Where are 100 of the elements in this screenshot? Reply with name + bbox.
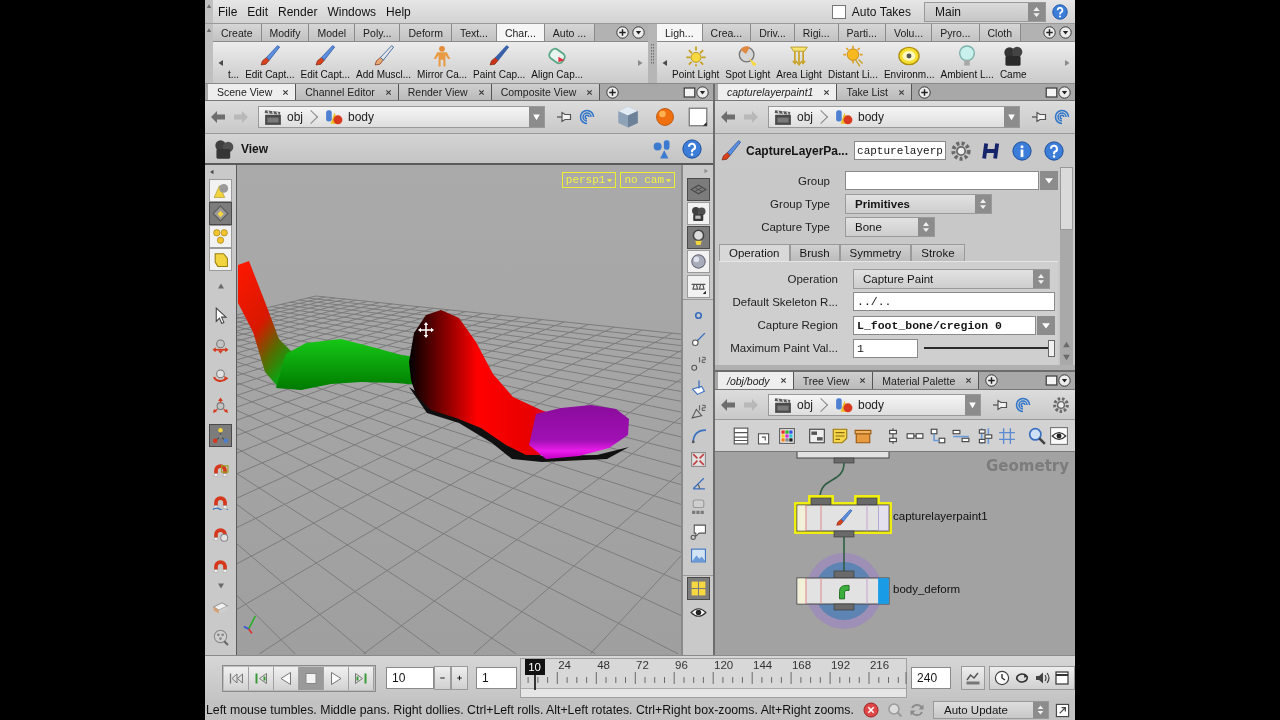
shelf-tool-button[interactable]: Mirror Ca... <box>414 45 471 80</box>
close-icon[interactable] <box>477 88 485 96</box>
node-label[interactable]: capturelayerpaint1 <box>893 510 988 522</box>
shelf-tool-button[interactable]: Point Light <box>669 45 723 80</box>
network-box-icon[interactable] <box>808 426 826 445</box>
info-icon[interactable] <box>1012 140 1033 161</box>
path-crumb[interactable]: body <box>348 110 375 124</box>
shelf-tool-button[interactable]: Paint Cap... <box>470 45 529 80</box>
first-frame-icon[interactable] <box>224 666 249 690</box>
cube-icon[interactable] <box>616 105 640 129</box>
shelf-tab[interactable]: Crea... <box>702 24 752 41</box>
checkbox[interactable] <box>831 4 846 19</box>
shelf-tool-button[interactable]: Environm... <box>880 45 938 80</box>
window-icon[interactable] <box>1054 670 1070 686</box>
window-icon[interactable] <box>1055 702 1070 718</box>
pane-tab[interactable]: capturelayerpaint1 <box>718 84 838 100</box>
close-icon[interactable] <box>823 88 831 96</box>
folder-tab[interactable]: Brush <box>789 243 840 261</box>
folder-tab[interactable]: Stroke <box>911 243 965 261</box>
scroll-left-icon[interactable] <box>661 58 669 67</box>
scrollbar[interactable] <box>1060 167 1073 365</box>
add-tab-icon[interactable] <box>616 26 629 39</box>
help-icon[interactable] <box>1044 140 1065 161</box>
four-panes-icon[interactable] <box>686 576 710 600</box>
back-icon[interactable] <box>210 109 226 125</box>
close-icon[interactable] <box>384 88 392 96</box>
cluster-icon[interactable] <box>686 201 710 225</box>
square-icon[interactable] <box>688 107 708 127</box>
update-mode-dropdown[interactable]: Auto Update <box>933 701 1049 719</box>
shelf-tab[interactable]: Modify <box>261 24 310 41</box>
maximize-icon[interactable] <box>1045 374 1058 387</box>
pane-tab[interactable]: Material Palette <box>873 372 980 389</box>
pane-tab[interactable]: /obj/body <box>718 372 794 389</box>
folder-tab[interactable]: Symmetry <box>839 243 912 261</box>
close-icon[interactable] <box>779 377 787 384</box>
eye-icon[interactable] <box>1050 426 1068 445</box>
solid-tool-icon[interactable] <box>209 248 232 271</box>
maximize-icon[interactable] <box>683 85 696 99</box>
shelf-tool-button[interactable]: Area Light <box>773 45 825 80</box>
previous-key-icon[interactable] <box>249 666 274 690</box>
menu-icon[interactable] <box>696 85 709 99</box>
shelf-tab[interactable]: Parti... <box>838 24 886 41</box>
spiral-icon[interactable] <box>1015 396 1031 413</box>
path-field[interactable]: obj body <box>258 106 545 128</box>
shelf-tab[interactable]: Volu... <box>885 24 933 41</box>
next-key-icon[interactable] <box>349 666 374 690</box>
close-icon[interactable] <box>586 88 594 96</box>
pane-tab[interactable]: Composite View <box>491 84 601 100</box>
dropdown-menu[interactable]: Bone <box>845 217 935 238</box>
text-field[interactable]: ../.. <box>853 292 1055 312</box>
slider-thumb[interactable] <box>1048 339 1055 357</box>
shelf-tab[interactable]: Model <box>309 24 356 41</box>
pane-tab[interactable]: Take List <box>837 84 912 100</box>
add-tab-icon[interactable] <box>1043 26 1056 39</box>
maximize-icon[interactable] <box>1045 85 1058 99</box>
pin-icon[interactable] <box>1031 109 1047 125</box>
close-icon[interactable] <box>897 88 905 96</box>
shelf-tab[interactable]: Pyro... <box>932 24 980 41</box>
display-options-icon[interactable] <box>652 138 672 159</box>
menu-item[interactable]: Help <box>386 4 411 19</box>
shelf-tab[interactable]: Ligh... <box>657 24 703 41</box>
pane-tab[interactable]: Channel Editor <box>296 84 399 100</box>
list-icon[interactable] <box>732 426 750 445</box>
shelf-tool-button[interactable]: Came <box>996 45 1030 80</box>
shelf-tool-button[interactable]: Ambient L... <box>937 45 997 80</box>
close-icon[interactable] <box>282 88 290 96</box>
text-field[interactable] <box>845 171 1039 191</box>
shelf-tool-button[interactable]: Add Muscl... <box>353 45 415 80</box>
take-dropdown[interactable]: Main <box>924 1 1046 22</box>
text-field[interactable]: L_foot_bone/cregion 0 <box>853 315 1036 335</box>
frame-field[interactable]: 10 <box>386 667 434 689</box>
leg-model-drawing[interactable] <box>238 261 629 462</box>
pin-icon[interactable] <box>556 109 572 125</box>
scroll-right-icon[interactable] <box>636 58 644 67</box>
shelf-tab[interactable]: Deform <box>400 24 452 41</box>
timeline-slider[interactable]: 10 24 48 72 96 120 144 168 192 216 <box>519 658 908 698</box>
add-tab-icon[interactable] <box>985 374 999 387</box>
number-field[interactable]: 1 <box>853 338 918 358</box>
help-icon[interactable] <box>682 138 702 159</box>
menu-item[interactable]: File <box>218 4 238 19</box>
brush-icon[interactable] <box>720 139 742 162</box>
shelf-tool-button[interactable]: Spot Light <box>722 45 774 80</box>
menu-icon[interactable] <box>632 26 645 39</box>
playhead-thumb[interactable]: 10 <box>524 659 545 690</box>
menu-icon[interactable] <box>1059 26 1072 39</box>
path-crumb[interactable]: body <box>858 397 885 412</box>
loop-icon[interactable] <box>1014 670 1030 686</box>
checkbox-label[interactable]: Auto Takes <box>851 4 911 19</box>
shading-icon[interactable] <box>686 274 710 298</box>
shelf-tool-button[interactable]: t... <box>225 45 243 80</box>
shelf-tab[interactable]: Cloth <box>979 24 1021 41</box>
folder-tab[interactable]: Operation <box>719 243 790 261</box>
gear-icon[interactable] <box>950 139 973 162</box>
add-tab-icon[interactable] <box>917 85 931 99</box>
clock-icon[interactable] <box>994 670 1010 686</box>
path-crumb[interactable]: obj <box>797 110 813 124</box>
path-field[interactable]: obj body <box>768 106 1020 128</box>
path-crumb[interactable]: obj <box>797 397 813 412</box>
shelf-tab[interactable]: Auto ... <box>544 24 596 41</box>
path-crumb[interactable]: body <box>858 110 885 124</box>
